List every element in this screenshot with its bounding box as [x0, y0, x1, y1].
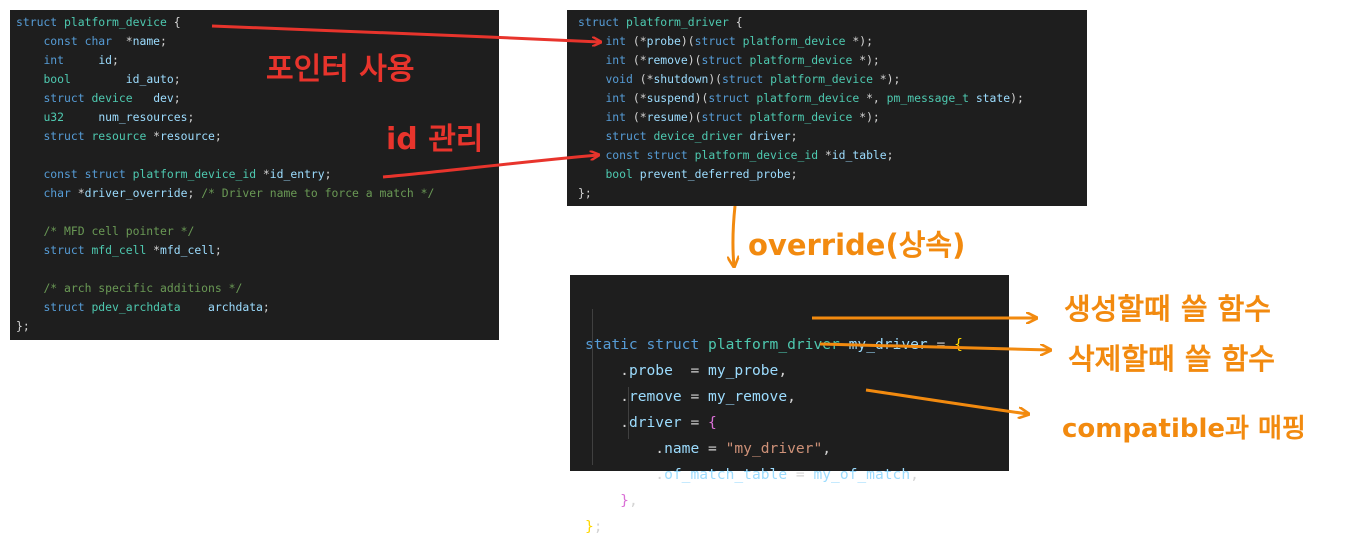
arrow-override	[733, 205, 735, 266]
arrow-compatible-note	[865, 388, 1028, 414]
code-line: };	[585, 514, 1009, 540]
annotation-remove-note: 삭제할때 쓸 함수	[1068, 342, 1275, 376]
arrow-name-to-probe	[211, 24, 600, 42]
annotation-id-management: id 관리	[386, 122, 484, 157]
code-line: },	[585, 488, 1009, 514]
arrow-id-entry-to-id-table	[382, 155, 598, 179]
annotation-probe-note: 생성할때 쓸 함수	[1064, 292, 1271, 326]
annotation-compatible-note: compatible과 매핑	[1062, 414, 1306, 444]
arrow-remove-note	[819, 342, 1050, 350]
annotation-override: override(상속)	[748, 228, 966, 262]
annotation-pointer-use: 포인터 사용	[266, 52, 415, 87]
code-token: }	[585, 518, 594, 535]
code-token: ,	[628, 492, 638, 509]
code-token: }	[620, 492, 629, 509]
code-token: ;	[593, 518, 603, 535]
